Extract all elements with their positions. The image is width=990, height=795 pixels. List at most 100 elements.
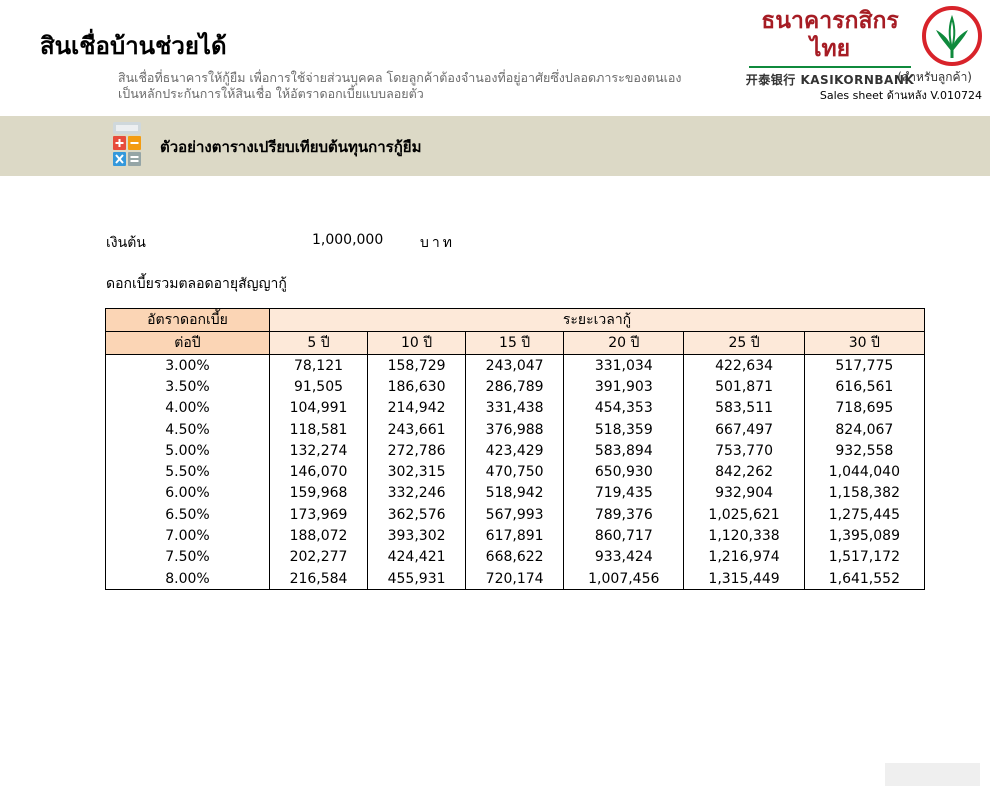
interest-cell: 216,584 xyxy=(268,567,369,591)
interest-cell: 470,750 xyxy=(465,461,565,483)
table-row: 3.50% 91,505 186,630 286,789 391,903 501,871 6… xyxy=(105,376,926,398)
rate-cell: 6.50% xyxy=(105,504,270,526)
principal-value: 1,000,000 xyxy=(312,232,384,248)
description-line-1: สินเชื่อที่ธนาคารให้กู้ยืม เพื่อการใช้จ่… xyxy=(118,70,682,85)
section-band xyxy=(0,116,990,176)
rate-cell: 5.50% xyxy=(105,461,270,483)
interest-cell: 331,034 xyxy=(563,354,685,377)
interest-cell: 362,576 xyxy=(367,504,467,526)
interest-cell: 1,517,172 xyxy=(803,546,926,568)
interest-cell: 186,630 xyxy=(367,376,467,398)
interest-cell: 668,622 xyxy=(465,546,565,568)
interest-cell: 243,661 xyxy=(367,418,467,441)
table-row: 7.50% 202,277 424,421 668,622 933,424 1,216,9… xyxy=(105,546,926,568)
period-column-header: 10 ปี xyxy=(367,331,467,355)
interest-cell: 518,359 xyxy=(563,418,685,441)
interest-cell: 1,216,974 xyxy=(683,546,805,568)
interest-cell: 272,786 xyxy=(367,440,467,462)
table-row: 4.00% 104,991 214,942 331,438 454,353 583,511… xyxy=(105,397,926,419)
rate-cell: 3.00% xyxy=(105,354,270,377)
page-title: สินเชื่อบ้านช่วยได้ xyxy=(40,32,227,60)
interest-cell: 753,770 xyxy=(683,440,805,462)
interest-cell: 332,246 xyxy=(367,482,467,505)
logo-divider xyxy=(749,66,911,68)
description-line-2: เป็นหลักประกันการให้สินเชื่อ ให้อัตราดอก… xyxy=(118,86,424,101)
footer-box xyxy=(885,763,980,786)
table-row: 3.00% 78,121 158,729 243,047 331,034 422,634 5… xyxy=(105,354,926,377)
interest-cell: 1,641,552 xyxy=(803,567,926,591)
table-row: 5.00% 132,274 272,786 423,429 583,894 753,770… xyxy=(105,440,926,462)
interest-cell: 188,072 xyxy=(268,525,369,547)
interest-cell: 286,789 xyxy=(465,376,565,398)
period-column-header: 30 ปี xyxy=(803,331,926,355)
interest-cell: 1,315,449 xyxy=(683,567,805,591)
interest-cell: 583,511 xyxy=(683,397,805,419)
interest-cell: 159,968 xyxy=(268,482,369,505)
interest-cell: 391,903 xyxy=(563,376,685,398)
interest-cell: 719,435 xyxy=(563,482,685,505)
table-row: 6.00% 159,968 332,246 518,942 719,435 932,904… xyxy=(105,482,926,505)
rate-cell: 5.00% xyxy=(105,440,270,462)
interest-cell: 1,025,621 xyxy=(683,504,805,526)
interest-cell: 424,421 xyxy=(367,546,467,568)
period-column-header: 5 ปี xyxy=(268,331,369,355)
rate-cell: 6.00% xyxy=(105,482,270,505)
interest-cell: 455,931 xyxy=(367,567,467,591)
interest-cell: 1,120,338 xyxy=(683,525,805,547)
rate-cell: 4.00% xyxy=(105,397,270,419)
product-description: สินเชื่อที่ธนาคารให้กู้ยืม เพื่อการใช้จ่… xyxy=(118,70,758,102)
interest-cell: 567,993 xyxy=(465,504,565,526)
interest-cell: 393,302 xyxy=(367,525,467,547)
table-header-row-2: ต่อปี 5 ปี 10 ปี 15 ปี 20 ปี 25 ปี 30 ปี xyxy=(105,331,926,355)
bank-name-thai: ธนาคารกสิกรไทย xyxy=(761,8,899,62)
interest-cell: 617,891 xyxy=(465,525,565,547)
interest-cell: 583,894 xyxy=(563,440,685,462)
interest-cell: 331,438 xyxy=(465,397,565,419)
interest-cell: 860,717 xyxy=(563,525,685,547)
interest-cell: 376,988 xyxy=(465,418,565,441)
interest-cell: 667,497 xyxy=(683,418,805,441)
interest-cell: 1,044,040 xyxy=(803,461,926,483)
table-row: 8.00% 216,584 455,931 720,174 1,007,456 1,315… xyxy=(105,567,926,591)
interest-cell: 842,262 xyxy=(683,461,805,483)
table-row: 7.00% 188,072 393,302 617,891 860,717 1,120,3… xyxy=(105,525,926,547)
interest-cell: 158,729 xyxy=(367,354,467,377)
interest-cell: 1,007,456 xyxy=(563,567,685,591)
period-header: ระยะเวลากู้ xyxy=(269,308,925,332)
principal-label: เงินต้น xyxy=(106,235,146,251)
interest-cell: 932,558 xyxy=(803,440,926,462)
rate-cell: 7.50% xyxy=(105,546,270,568)
table-header-row-1: อัตราดอกเบี้ย ระยะเวลากู้ xyxy=(105,308,925,332)
interest-cell: 1,395,089 xyxy=(803,525,926,547)
rate-header-top: อัตราดอกเบี้ย xyxy=(105,308,270,332)
table-row: 4.50% 118,581 243,661 376,988 518,359 667,497… xyxy=(105,418,926,441)
interest-cell: 650,930 xyxy=(563,461,685,483)
principal-unit: บาท xyxy=(420,235,455,251)
rate-cell: 7.00% xyxy=(105,525,270,547)
interest-cell: 501,871 xyxy=(683,376,805,398)
period-column-header: 15 ปี xyxy=(465,331,565,355)
interest-cell: 243,047 xyxy=(465,354,565,377)
interest-cell: 1,158,382 xyxy=(803,482,926,505)
interest-cell: 118,581 xyxy=(268,418,369,441)
interest-cell: 302,315 xyxy=(367,461,467,483)
table-row: 5.50% 146,070 302,315 470,750 650,930 842,262… xyxy=(105,461,926,483)
interest-cell: 202,277 xyxy=(268,546,369,568)
section-title: ตัวอย่างตารางเปรียบเทียบต้นทุนการกู้ยืม xyxy=(160,138,422,156)
period-column-header: 25 ปี xyxy=(683,331,805,355)
interest-cell: 423,429 xyxy=(465,440,565,462)
rate-cell: 4.50% xyxy=(105,418,270,441)
interest-cell: 91,505 xyxy=(268,376,369,398)
interest-cell: 824,067 xyxy=(803,418,926,441)
rate-cell: 3.50% xyxy=(105,376,270,398)
interest-cell: 454,353 xyxy=(563,397,685,419)
interest-cell: 517,775 xyxy=(803,354,926,377)
interest-cell: 104,991 xyxy=(268,397,369,419)
interest-caption: ดอกเบี้ยรวมตลอดอายุสัญญากู้ xyxy=(106,276,287,292)
interest-cell: 214,942 xyxy=(367,397,467,419)
interest-cell: 789,376 xyxy=(563,504,685,526)
interest-cell: 1,275,445 xyxy=(803,504,926,526)
interest-cell: 616,561 xyxy=(803,376,926,398)
table-row: 6.50% 173,969 362,576 567,993 789,376 1,025,6… xyxy=(105,504,926,526)
interest-cell: 173,969 xyxy=(268,504,369,526)
